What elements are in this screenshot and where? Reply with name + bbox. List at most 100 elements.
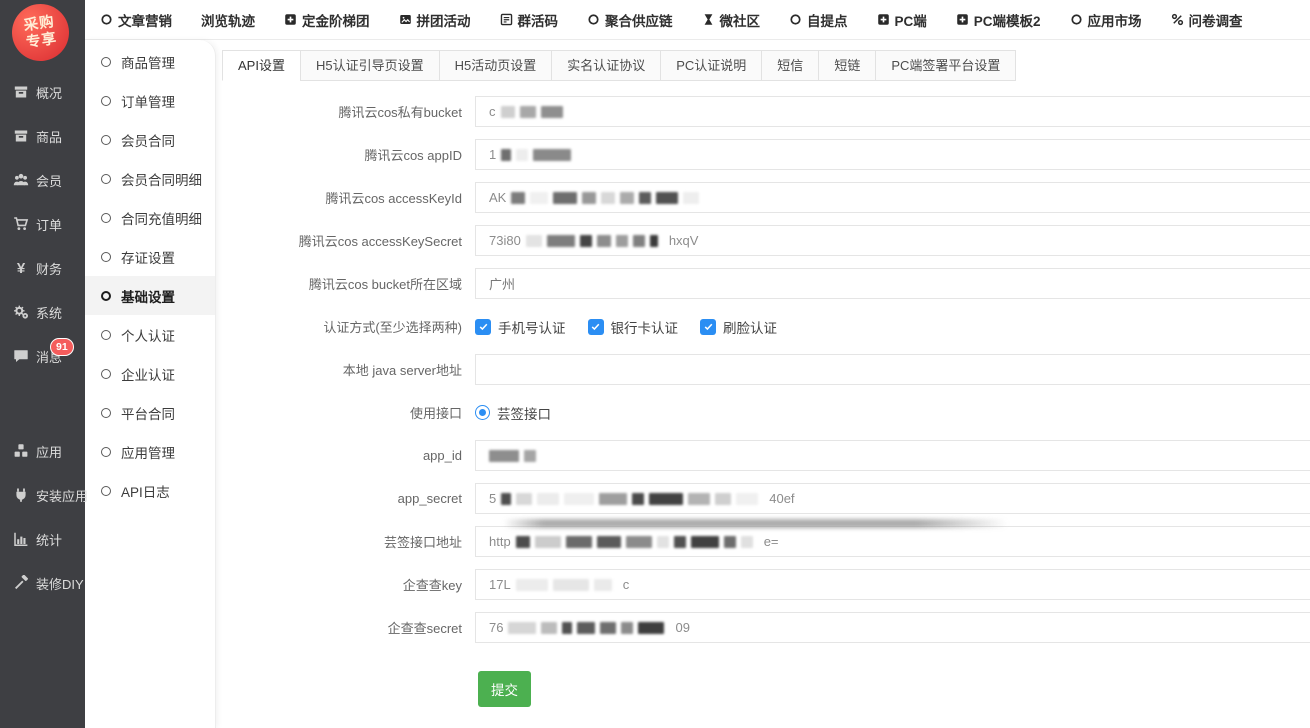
- submenu-item-订单管理[interactable]: 订单管理: [85, 81, 215, 120]
- submit-button[interactable]: 提交: [478, 671, 531, 707]
- submenu-item-商品管理[interactable]: 商品管理: [85, 42, 215, 81]
- tab-H5活动页设置[interactable]: H5活动页设置: [439, 50, 553, 81]
- sidebar-item-系统[interactable]: 系统: [0, 290, 85, 334]
- cos_app_id-input[interactable]: 1: [475, 139, 1310, 170]
- form-label-app_secret: app_secret: [216, 491, 475, 506]
- tab-H5认证引导页设置[interactable]: H5认证引导页设置: [300, 50, 440, 81]
- submenu-item-label: 会员合同明细: [121, 169, 202, 189]
- topnav-item-应用市场[interactable]: 应用市场: [1070, 10, 1142, 30]
- redacted-value-block: [594, 579, 612, 591]
- topnav-item-定金阶梯团[interactable]: 定金阶梯团: [284, 10, 370, 30]
- tab-API设置[interactable]: API设置: [222, 50, 301, 81]
- circle-icon: [101, 174, 111, 184]
- checkbox-银行卡认证[interactable]: 银行卡认证: [588, 317, 679, 337]
- circle-icon: [101, 408, 111, 418]
- topnav-item-微社区[interactable]: 微社区: [702, 10, 761, 30]
- submenu-item-企业认证[interactable]: 企业认证: [85, 354, 215, 393]
- cos_access_key_id-input[interactable]: AK: [475, 182, 1310, 213]
- topnav-item-自提点[interactable]: 自提点: [789, 10, 848, 30]
- redacted-value-block: [626, 536, 652, 548]
- yunsign_api_url-input[interactable]: httpe=: [475, 526, 1310, 557]
- topnav-item-文章营销[interactable]: 文章营销: [100, 10, 172, 30]
- redacted-value-block: [621, 622, 633, 634]
- redacted-value-block: [566, 536, 592, 548]
- cos_private_bucket-input[interactable]: c: [475, 96, 1310, 127]
- submenu-item-个人认证[interactable]: 个人认证: [85, 315, 215, 354]
- link-icon: [1171, 13, 1184, 26]
- tab-PC端签署平台设置[interactable]: PC端签署平台设置: [875, 50, 1016, 81]
- submenu-item-应用管理[interactable]: 应用管理: [85, 432, 215, 471]
- sidebar-item-装修DIY[interactable]: 装修DIY: [0, 561, 85, 605]
- checkbox-手机号认证[interactable]: 手机号认证: [475, 317, 566, 337]
- topnav-item-拼团活动[interactable]: 拼团活动: [399, 10, 471, 30]
- form-row-local_java_server: 本地 java server地址: [216, 354, 1310, 385]
- checkbox-刷脸认证[interactable]: 刷脸认证: [700, 317, 777, 337]
- cos_bucket_region-input[interactable]: 广州: [475, 268, 1310, 299]
- sidebar-item-商品[interactable]: 商品: [0, 114, 85, 158]
- app_id-input[interactable]: [475, 440, 1310, 471]
- sidebar-item-label: 安装应用: [36, 486, 88, 505]
- submenu-item-存证设置[interactable]: 存证设置: [85, 237, 215, 276]
- submenu-item-会员合同明细[interactable]: 会员合同明细: [85, 159, 215, 198]
- sidebar-item-概况[interactable]: 概况: [0, 70, 85, 114]
- checkbox-checked-icon[interactable]: [475, 319, 491, 335]
- topnav-item-问卷调查[interactable]: 问卷调查: [1171, 10, 1243, 30]
- form-label-local_java_server: 本地 java server地址: [216, 360, 475, 379]
- sidebar-item-财务[interactable]: ¥财务: [0, 246, 85, 290]
- value-suffix: 40ef: [769, 491, 794, 506]
- sidebar-item-统计[interactable]: 统计: [0, 517, 85, 561]
- sidebar-item-安装应用[interactable]: 安装应用: [0, 473, 85, 517]
- form-label-app_id: app_id: [216, 448, 475, 463]
- topnav-item-PC端模板2[interactable]: PC端模板2: [956, 10, 1041, 30]
- app-logo[interactable]: 采购 专享: [8, 0, 72, 64]
- submenu-item-API日志[interactable]: API日志: [85, 471, 215, 510]
- topnav-item-label: PC端模板2: [974, 10, 1041, 30]
- redacted-value-block: [501, 106, 515, 118]
- archive-icon: [13, 128, 29, 144]
- qcc_key-input[interactable]: 17Lc: [475, 569, 1310, 600]
- sidebar-group-bottom: 应用安装应用统计装修DIY: [0, 429, 85, 605]
- form-row-qcc_key: 企查查key17Lc: [216, 569, 1310, 600]
- submenu-item-平台合同[interactable]: 平台合同: [85, 393, 215, 432]
- checkbox-checked-icon[interactable]: [588, 319, 604, 335]
- redacted-value-block: [547, 235, 575, 247]
- radio-芸签接口[interactable]: 芸签接口: [475, 403, 551, 423]
- form-control-use_interface: 芸签接口: [475, 403, 1310, 423]
- local_java_server-input[interactable]: [475, 354, 1310, 385]
- topnav-item-聚合供应链[interactable]: 聚合供应链: [587, 10, 673, 30]
- cos_access_key_secret-input[interactable]: 73i80hxqV: [475, 225, 1310, 256]
- sidebar-group-top: 概况商品会员订单¥财务系统消息91: [0, 70, 85, 378]
- sidebar-item-订单[interactable]: 订单: [0, 202, 85, 246]
- form-label-qcc_key: 企查查key: [216, 575, 475, 594]
- qcc_secret-input[interactable]: 7609: [475, 612, 1310, 643]
- tab-实名认证协议[interactable]: 实名认证协议: [551, 50, 661, 81]
- checkbox-checked-icon[interactable]: [700, 319, 716, 335]
- topnav-item-label: 应用市场: [1088, 10, 1142, 30]
- sidebar-item-会员[interactable]: 会员: [0, 158, 85, 202]
- tab-短信[interactable]: 短信: [761, 50, 819, 81]
- submenu-item-label: 会员合同: [121, 130, 175, 150]
- submenu-item-基础设置[interactable]: 基础设置: [85, 276, 215, 315]
- redacted-value-block: [691, 536, 719, 548]
- topnav-item-浏览轨迹[interactable]: 浏览轨迹: [201, 10, 255, 30]
- sidebar-item-应用[interactable]: 应用: [0, 429, 85, 473]
- radio-selected-icon[interactable]: [475, 405, 490, 420]
- cubes-icon: [13, 443, 29, 459]
- tab-短链[interactable]: 短链: [818, 50, 876, 81]
- redacted-value-block: [530, 192, 548, 204]
- app_secret-input[interactable]: 540ef: [475, 483, 1310, 514]
- tab-bar: API设置H5认证引导页设置H5活动页设置实名认证协议PC认证说明短信短链PC端…: [222, 50, 1310, 81]
- submenu-item-会员合同[interactable]: 会员合同: [85, 120, 215, 159]
- value-suffix: c: [623, 577, 630, 592]
- topnav-item-PC端[interactable]: PC端: [877, 10, 927, 30]
- topnav-item-群活码[interactable]: 群活码: [500, 10, 559, 30]
- cart-icon: [13, 216, 29, 232]
- redacted-value-block: [489, 450, 519, 462]
- submenu-item-label: 合同充值明细: [121, 208, 202, 228]
- circle-icon: [789, 13, 802, 26]
- submenu-item-合同充值明细[interactable]: 合同充值明细: [85, 198, 215, 237]
- sidebar-item-消息[interactable]: 消息91: [0, 334, 85, 378]
- tab-PC认证说明[interactable]: PC认证说明: [660, 50, 762, 81]
- submenu-item-label: 商品管理: [121, 52, 175, 72]
- submenu-item-label: 基础设置: [121, 286, 175, 306]
